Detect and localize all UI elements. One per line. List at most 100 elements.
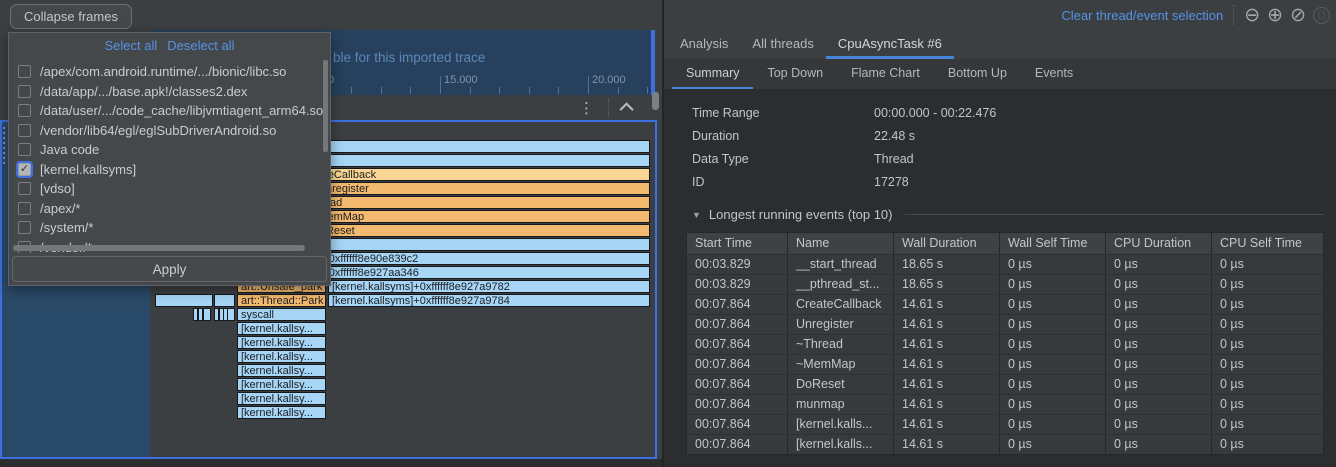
- checkbox[interactable]: [18, 202, 31, 215]
- checkbox[interactable]: [18, 104, 31, 117]
- summary-row-value: 22.48 s: [874, 129, 915, 143]
- flame-bar[interactable]: [kernel.kallsy...: [237, 336, 326, 349]
- tab-cpuasynctask-6[interactable]: CpuAsyncTask #6: [826, 30, 954, 59]
- ruler-label: 20.000: [592, 74, 626, 86]
- table-cell: 14.61 s: [893, 435, 999, 454]
- collapse-frames-button[interactable]: Collapse frames: [10, 4, 132, 29]
- apply-button[interactable]: Apply: [12, 256, 327, 282]
- subtab-events[interactable]: Events: [1021, 59, 1087, 89]
- checkbox[interactable]: [18, 65, 31, 78]
- frames-list-item[interactable]: ✓[kernel.kallsyms]: [9, 160, 323, 180]
- table-cell: 0 µs: [999, 275, 1105, 294]
- column-header-start-time[interactable]: Start Time: [687, 233, 787, 254]
- flame-bar[interactable]: syscall: [237, 308, 326, 321]
- column-header-wall-self-time[interactable]: Wall Self Time: [999, 233, 1105, 254]
- table-row[interactable]: 00:03.829__pthread_st...18.65 s0 µs0 µs0…: [687, 274, 1323, 294]
- table-cell: 0 µs: [1211, 395, 1325, 414]
- summary-row-label: Time Range: [692, 106, 874, 120]
- frames-list-item[interactable]: /apex/*: [9, 199, 323, 219]
- flame-bar[interactable]: [kernel.kallsy...: [237, 350, 326, 363]
- frames-item-label: /apex/*: [40, 201, 80, 216]
- flame-bar[interactable]: [kernel.kallsy...: [237, 378, 326, 391]
- flame-bar[interactable]: [155, 294, 213, 307]
- flame-bar[interactable]: [kernel.kallsyms]+0xffffff8e927a9782: [328, 280, 650, 293]
- zoom-to-selection-icon[interactable]: [ ]: [1313, 7, 1330, 24]
- frames-list-item[interactable]: /data/app/.../base.apk!/classes2.dex: [9, 82, 323, 102]
- table-cell: 00:07.864: [687, 435, 787, 454]
- frames-list-vertical-scrollbar[interactable]: [323, 60, 328, 152]
- events-section-header[interactable]: ▼ Longest running events (top 10): [692, 207, 1324, 222]
- frames-list-item[interactable]: /data/user/.../code_cache/libjvmtiagent_…: [9, 101, 323, 121]
- checkbox-checked[interactable]: ✓: [18, 163, 31, 176]
- zoom-out-icon[interactable]: ⊖: [1244, 6, 1260, 25]
- deselect-all-link[interactable]: Deselect all: [167, 38, 234, 53]
- subtab-flame-chart[interactable]: Flame Chart: [837, 59, 934, 89]
- table-cell: 14.61 s: [893, 295, 999, 314]
- summary-row: ID17278: [692, 170, 1336, 193]
- zoom-controls: ⊖ ⊕ ⊘ [ ]: [1244, 6, 1330, 25]
- subtab-summary[interactable]: Summary: [672, 59, 753, 89]
- table-cell: [kernel.kalls...: [787, 435, 893, 454]
- collapse-chevron-icon[interactable]: [620, 102, 634, 116]
- table-cell: 0 µs: [1211, 275, 1325, 294]
- flame-bar[interactable]: [kernel.kallsy...: [237, 364, 326, 377]
- flame-bar[interactable]: art::Thread::Park: [237, 294, 326, 307]
- table-row[interactable]: 00:07.864CreateCallback14.61 s0 µs0 µs0 …: [687, 294, 1323, 314]
- checkbox[interactable]: [18, 221, 31, 234]
- table-row[interactable]: 00:07.864[kernel.kalls...14.61 s0 µs0 µs…: [687, 434, 1323, 454]
- reset-zoom-icon[interactable]: ⊘: [1290, 6, 1306, 25]
- ruler-major-tick: [440, 76, 441, 94]
- frames-item-label: /data/user/.../code_cache/libjvmtiagent_…: [40, 103, 323, 118]
- more-options-icon[interactable]: ⋮: [579, 99, 594, 117]
- table-row[interactable]: 00:07.864[kernel.kalls...14.61 s0 µs0 µs…: [687, 414, 1323, 434]
- subtab-bottom-up[interactable]: Bottom Up: [934, 59, 1021, 89]
- zoom-in-icon[interactable]: ⊕: [1267, 6, 1283, 25]
- table-row[interactable]: 00:07.864~Thread14.61 s0 µs0 µs0 µs: [687, 334, 1323, 354]
- flame-bar[interactable]: [214, 294, 235, 307]
- frames-list: /apex/com.android.runtime/.../bionic/lib…: [9, 58, 323, 253]
- frames-list-item[interactable]: /apex/com.android.runtime/.../bionic/lib…: [9, 62, 323, 82]
- table-cell: 0 µs: [1105, 395, 1211, 414]
- frames-list-item[interactable]: /vendor/lib64/egl/eglSubDriverAndroid.so: [9, 121, 323, 141]
- view-tabs: SummaryTop DownFlame ChartBottom UpEvent…: [664, 59, 1336, 89]
- checkbox[interactable]: [18, 124, 31, 137]
- flame-bar[interactable]: [kernel.kallsyms]+0xffffff8e927a9784: [328, 294, 650, 307]
- bottom-strip: [0, 459, 662, 467]
- table-header-row: Start TimeNameWall DurationWall Self Tim…: [687, 233, 1323, 254]
- table-cell: 0 µs: [999, 435, 1105, 454]
- checkbox[interactable]: [18, 182, 31, 195]
- frames-list-item[interactable]: [vdso]: [9, 179, 323, 199]
- table-cell: 0 µs: [999, 355, 1105, 374]
- frames-list-horizontal-scrollbar[interactable]: [13, 245, 305, 251]
- tab-all-threads[interactable]: All threads: [740, 30, 825, 59]
- tab-analysis[interactable]: Analysis: [668, 30, 740, 59]
- table-row[interactable]: 00:07.864DoReset14.61 s0 µs0 µs0 µs: [687, 374, 1323, 394]
- flame-bar[interactable]: [kernel.kallsy...: [237, 322, 326, 335]
- table-cell: 00:07.864: [687, 395, 787, 414]
- table-row[interactable]: 00:07.864~MemMap14.61 s0 µs0 µs0 µs: [687, 354, 1323, 374]
- flame-bar[interactable]: [kernel.kallsy...: [237, 406, 326, 419]
- column-header-wall-duration[interactable]: Wall Duration: [893, 233, 999, 254]
- table-cell: ~Thread: [787, 335, 893, 354]
- table-row[interactable]: 00:07.864munmap14.61 s0 µs0 µs0 µs: [687, 394, 1323, 414]
- column-header-cpu-duration[interactable]: CPU Duration: [1105, 233, 1211, 254]
- frames-list-item[interactable]: /system/*: [9, 218, 323, 238]
- flame-bar[interactable]: [kernel.kallsy...: [237, 392, 326, 405]
- drag-handle[interactable]: [3, 127, 5, 165]
- subtab-top-down[interactable]: Top Down: [753, 59, 837, 89]
- table-row[interactable]: 00:03.829__start_thread18.65 s0 µs0 µs0 …: [687, 254, 1323, 274]
- column-header-cpu-self-time[interactable]: CPU Self Time: [1211, 233, 1325, 254]
- table-cell: 14.61 s: [893, 355, 999, 374]
- checkbox[interactable]: [18, 85, 31, 98]
- flame-bar[interactable]: [203, 308, 211, 321]
- table-cell: 00:07.864: [687, 415, 787, 434]
- summary-row-value: Thread: [874, 152, 914, 166]
- vertical-scrollbar[interactable]: [652, 92, 659, 110]
- flame-bar[interactable]: [227, 308, 235, 321]
- table-row[interactable]: 00:07.864Unregister14.61 s0 µs0 µs0 µs: [687, 314, 1323, 334]
- clear-selection-link[interactable]: Clear thread/event selection: [1061, 8, 1223, 23]
- checkbox[interactable]: [18, 143, 31, 156]
- select-all-link[interactable]: Select all: [105, 38, 158, 53]
- column-header-name[interactable]: Name: [787, 233, 893, 254]
- frames-list-item[interactable]: Java code: [9, 140, 323, 160]
